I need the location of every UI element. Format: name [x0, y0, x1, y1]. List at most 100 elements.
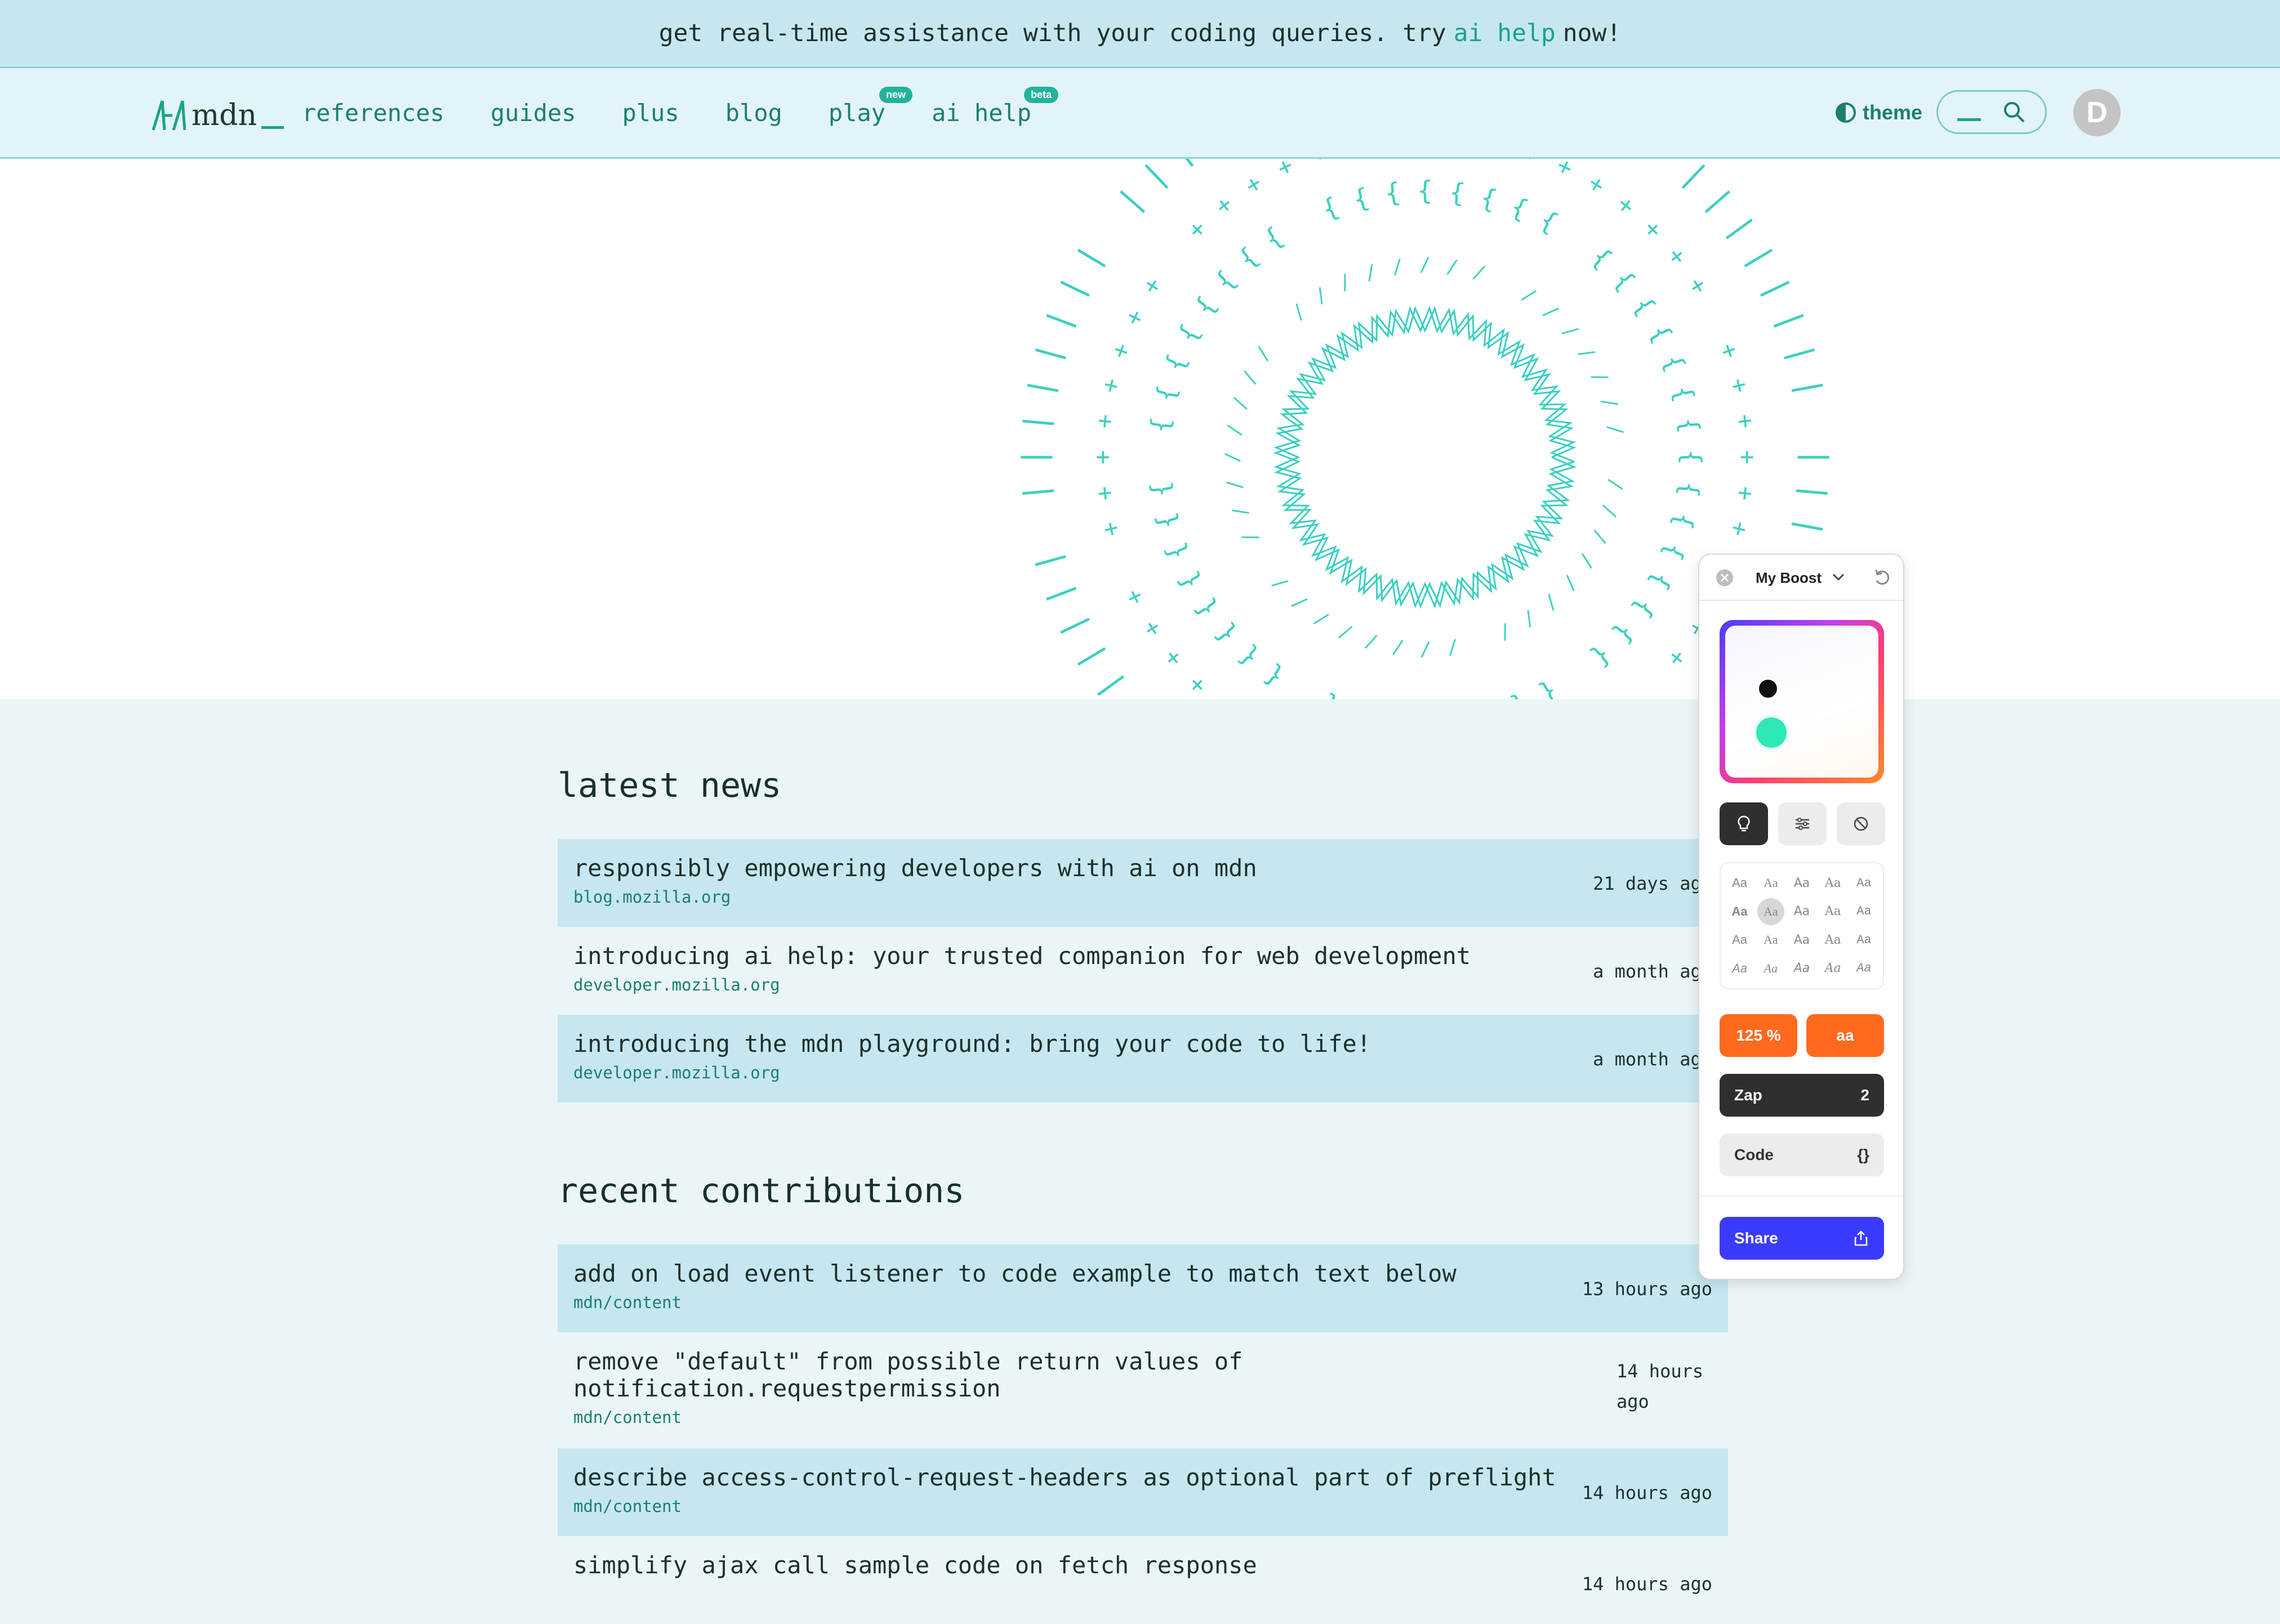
- code-button[interactable]: Code {}: [1720, 1134, 1884, 1176]
- news-title[interactable]: introducing ai help: your trusted compan…: [573, 943, 1711, 970]
- news-source[interactable]: developer.mozilla.org: [573, 1063, 1711, 1082]
- svg-text:{: {: [1188, 594, 1222, 623]
- font-option[interactable]: Aa: [1849, 869, 1880, 898]
- svg-text:{: {: [1658, 539, 1691, 564]
- font-option[interactable]: Aa: [1818, 954, 1849, 983]
- svg-text:+: +: [1662, 242, 1693, 270]
- nav-play[interactable]: play new: [829, 86, 913, 127]
- theme-button[interactable]: theme: [1834, 101, 1922, 124]
- svg-text:/: /: [1223, 478, 1247, 492]
- svg-text:/: /: [1445, 255, 1460, 279]
- share-button[interactable]: Share: [1720, 1217, 1884, 1260]
- disable-mode-button[interactable]: [1837, 802, 1885, 845]
- latest-news-title: latest news: [558, 766, 782, 805]
- svg-text:{: {: [1172, 567, 1206, 595]
- svg-text:/: /: [1310, 606, 1332, 632]
- font-option[interactable]: Aa: [1724, 869, 1755, 898]
- svg-text:+: +: [1553, 159, 1578, 182]
- news-title[interactable]: responsibly empowering developers with a…: [573, 855, 1711, 882]
- close-icon[interactable]: [1715, 568, 1734, 587]
- bulb-mode-button[interactable]: [1720, 802, 1768, 845]
- contribution-title[interactable]: describe access-control-request-headers …: [573, 1464, 1711, 1491]
- svg-text:{: {: [1644, 319, 1678, 347]
- font-option[interactable]: Aa: [1849, 954, 1880, 983]
- block-icon: [1854, 817, 1868, 831]
- svg-text:{: {: [1667, 382, 1700, 405]
- chevron-down-icon[interactable]: [1831, 572, 1846, 583]
- dark-color-handle[interactable]: [1757, 677, 1779, 700]
- font-option[interactable]: Aa: [1724, 954, 1755, 983]
- news-source[interactable]: developer.mozilla.org: [573, 975, 1711, 994]
- zap-label: Zap: [1734, 1086, 1762, 1104]
- contribution-time: 13 hours ago: [1582, 1278, 1712, 1300]
- svg-text:{: {: [1448, 176, 1467, 208]
- nav-guides[interactable]: guides: [491, 99, 576, 127]
- font-option[interactable]: Aa: [1724, 898, 1755, 926]
- news-row[interactable]: introducing the mdn playground: bring yo…: [558, 1015, 1728, 1103]
- boost-title[interactable]: My Boost: [1756, 569, 1822, 587]
- contribution-row[interactable]: add on load event listener to code examp…: [558, 1244, 1728, 1332]
- contribution-title[interactable]: add on load event listener to code examp…: [573, 1260, 1711, 1287]
- banner-ai-help-link[interactable]: ai help: [1454, 19, 1556, 47]
- text-case-button[interactable]: aa: [1806, 1014, 1884, 1057]
- svg-text:{: {: [1318, 191, 1343, 225]
- svg-text:/: /: [1237, 527, 1263, 547]
- news-row[interactable]: responsibly empowering developers with a…: [558, 839, 1728, 927]
- teal-color-handle[interactable]: [1753, 715, 1789, 751]
- font-option[interactable]: Aa: [1786, 898, 1817, 926]
- news-title[interactable]: introducing the mdn playground: bring yo…: [573, 1030, 1711, 1058]
- font-option[interactable]: Aa: [1786, 926, 1817, 954]
- svg-text:|: |: [1699, 181, 1739, 220]
- color-picker[interactable]: [1720, 620, 1884, 783]
- svg-text:/: /: [1604, 478, 1628, 492]
- user-avatar[interactable]: D: [2073, 89, 2121, 136]
- reset-icon[interactable]: [1872, 567, 1892, 587]
- contribution-row[interactable]: simplify ajax call sample code on fetch …: [558, 1536, 1728, 1624]
- font-size-button[interactable]: 125 %: [1720, 1014, 1797, 1057]
- svg-text:+: +: [1725, 519, 1754, 539]
- banner-text: get real-time assistance with your codin…: [658, 19, 1446, 47]
- font-option[interactable]: Aa: [1755, 954, 1786, 983]
- nav-references[interactable]: references: [302, 99, 444, 127]
- font-option[interactable]: Aa: [1786, 869, 1817, 898]
- zap-button[interactable]: Zap 2: [1720, 1074, 1884, 1117]
- svg-text:{: {: [1628, 594, 1662, 623]
- recent-contributions-title: recent contributions: [558, 1171, 965, 1211]
- contribution-row[interactable]: describe access-control-request-headers …: [558, 1448, 1728, 1536]
- news-time: 21 days ago: [1593, 873, 1712, 894]
- contribution-repo[interactable]: mdn/content: [573, 1497, 1711, 1516]
- adjust-mode-button[interactable]: [1778, 802, 1827, 845]
- mdn-logo[interactable]: mdn: [151, 100, 284, 131]
- svg-text:|: |: [1028, 340, 1069, 368]
- contribution-repo[interactable]: mdn/content: [573, 1293, 1711, 1312]
- font-option[interactable]: Aa: [1849, 898, 1880, 926]
- search-button[interactable]: [1936, 90, 2047, 134]
- font-option[interactable]: Aa: [1755, 898, 1786, 926]
- font-option[interactable]: Aa: [1849, 926, 1880, 954]
- news-row[interactable]: introducing ai help: your trusted compan…: [558, 927, 1728, 1015]
- svg-text:/: /: [1419, 254, 1431, 276]
- contribution-title[interactable]: remove "default" from possible return va…: [573, 1348, 1351, 1402]
- share-label: Share: [1734, 1229, 1778, 1247]
- svg-text:|: |: [1069, 640, 1110, 675]
- svg-text:+: +: [1272, 159, 1297, 182]
- font-option[interactable]: Aa: [1755, 926, 1786, 954]
- nav-ai-help[interactable]: ai help beta: [932, 86, 1059, 127]
- contribution-repo[interactable]: mdn/content: [573, 1408, 1711, 1427]
- news-source[interactable]: blog.mozilla.org: [573, 887, 1711, 907]
- nav-plus[interactable]: plus: [622, 99, 679, 127]
- font-option[interactable]: Aa: [1818, 869, 1849, 898]
- svg-text:|: |: [1795, 481, 1833, 503]
- contribution-row[interactable]: remove "default" from possible return va…: [558, 1332, 1728, 1447]
- font-option[interactable]: Aa: [1755, 869, 1786, 898]
- font-option[interactable]: Aa: [1818, 898, 1849, 926]
- contribution-title[interactable]: simplify ajax call sample code on fetch …: [573, 1552, 1711, 1579]
- font-option[interactable]: Aa: [1724, 926, 1755, 954]
- font-option[interactable]: Aa: [1818, 926, 1849, 954]
- svg-text:{: {: [1507, 690, 1532, 699]
- color-picker-area[interactable]: [1725, 626, 1878, 778]
- svg-text:{: {: [1535, 204, 1563, 238]
- nav-blog[interactable]: blog: [725, 99, 782, 127]
- nav-ai-help-label: ai help: [932, 99, 1032, 127]
- font-option[interactable]: Aa: [1786, 954, 1817, 983]
